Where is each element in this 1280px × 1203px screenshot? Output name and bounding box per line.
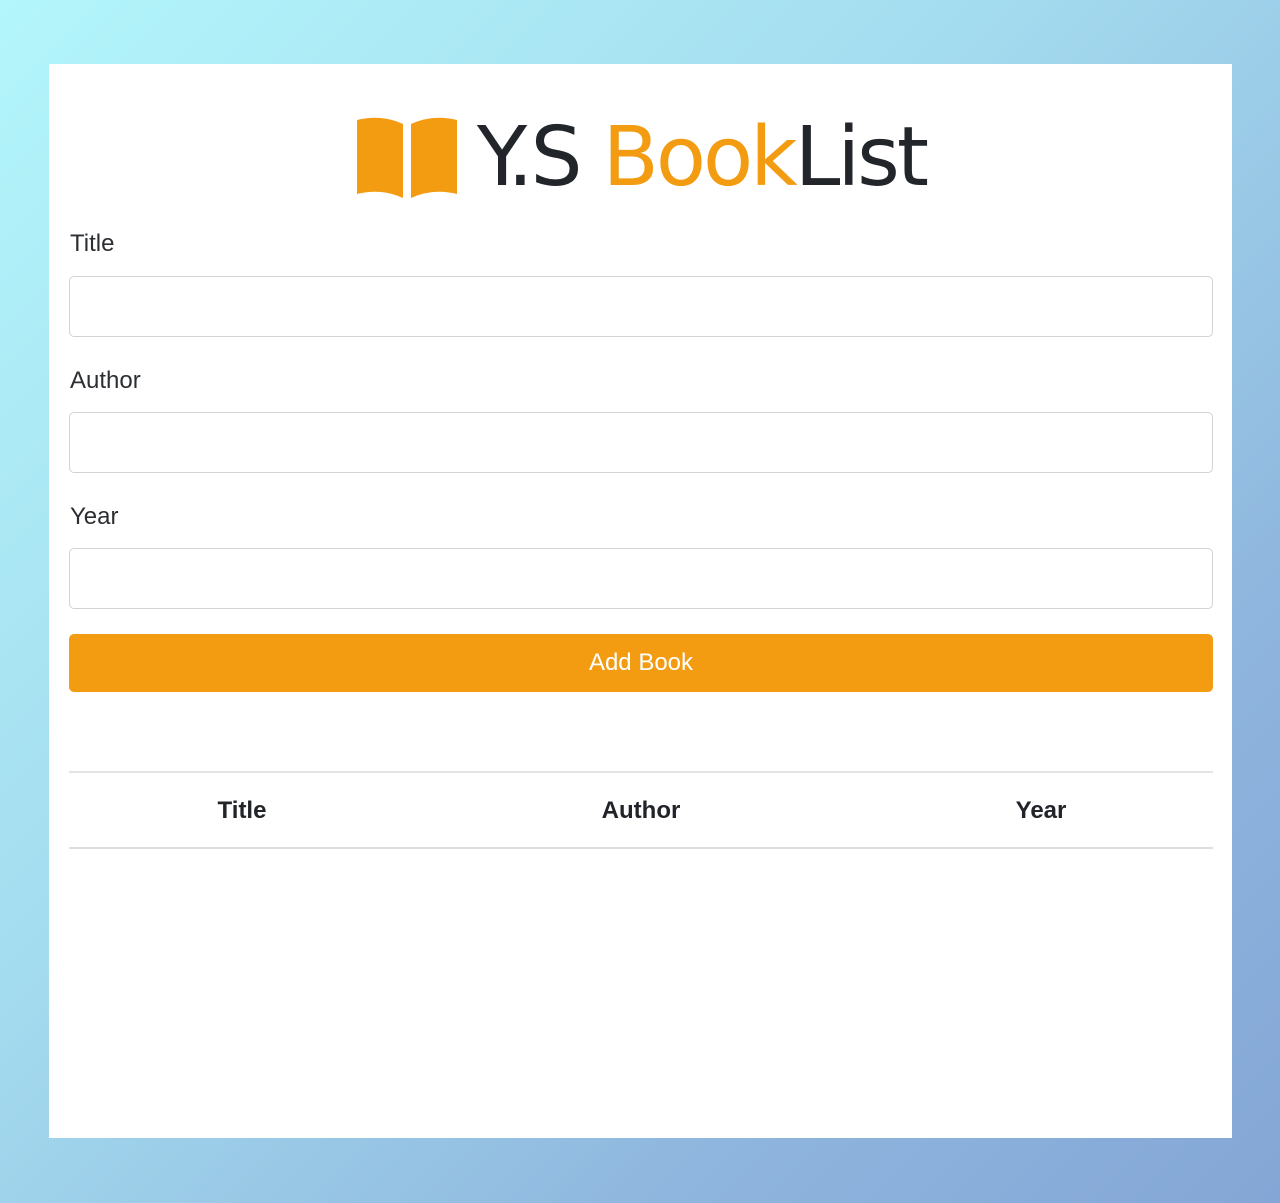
brand-prefix: Y.S (476, 110, 603, 205)
author-label: Author (70, 367, 141, 394)
brand-accent: Book (602, 110, 798, 205)
title-label: Title (70, 230, 115, 257)
title-input[interactable] (69, 276, 1213, 337)
column-header-author: Author (601, 797, 681, 824)
author-input[interactable] (69, 412, 1213, 473)
app-heading: Y.S BookList (49, 108, 1232, 208)
year-label: Year (70, 503, 119, 530)
book-form-card: Y.S BookList Title Author Year Add Book … (49, 64, 1232, 1138)
column-header-year: Year (1015, 797, 1067, 824)
add-book-button[interactable]: Add Book (69, 634, 1213, 692)
book-table: Title Author Year (69, 771, 1213, 849)
year-input[interactable] (69, 548, 1213, 609)
app-title: Y.S BookList (477, 117, 929, 199)
open-book-icon (355, 116, 459, 200)
column-header-title: Title (217, 797, 267, 824)
brand-suffix: List (794, 110, 929, 205)
